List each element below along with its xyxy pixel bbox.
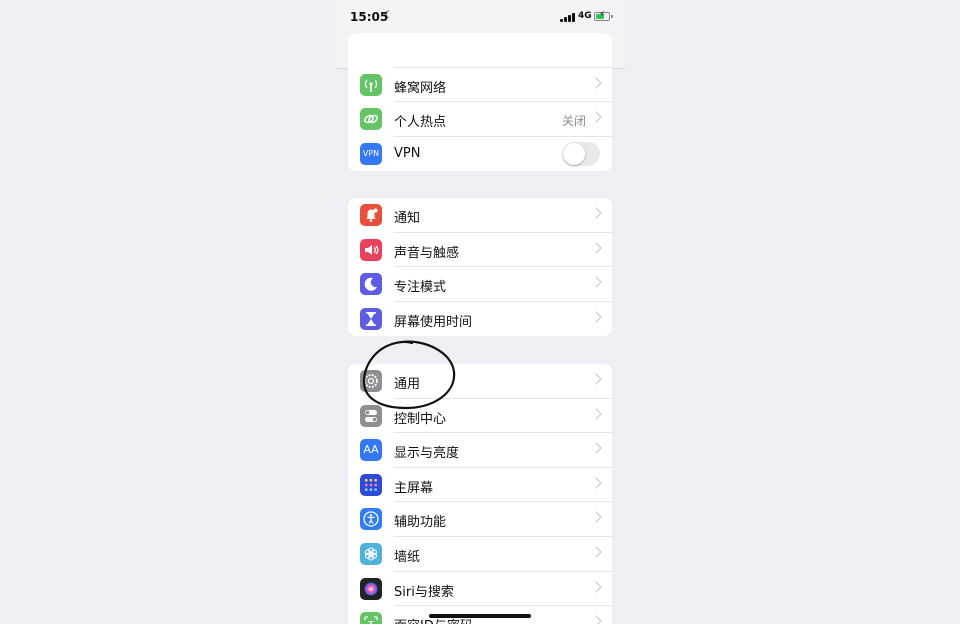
settings-row-notifications[interactable]: 通知 [348, 198, 612, 233]
battery-cap [611, 15, 613, 18]
chevron-right-icon [590, 546, 602, 558]
bell-icon [360, 204, 382, 226]
status-bar: 15:05 ☾ 4G ⚡ [336, 0, 625, 36]
settings-row-focus[interactable]: 专注模式 [348, 267, 612, 302]
hotspot-chain-icon [360, 108, 382, 131]
settings-row-wallpaper[interactable]: 墙纸 [348, 537, 612, 572]
network-type: 4G [578, 11, 592, 21]
chevron-right-icon [590, 511, 602, 524]
settings-row-screen-time[interactable]: 屏幕使用时间 [348, 302, 612, 337]
siri-icon [360, 577, 382, 600]
settings-row-label: 声音与触感 [394, 245, 460, 261]
settings-row-label: Siri与搜索 [394, 584, 454, 600]
settings-row-label: 通知 [394, 211, 421, 226]
settings-row-vpn: VPN VPN [348, 137, 612, 172]
chevron-right-icon [590, 111, 602, 123]
hourglass-icon [360, 307, 382, 330]
settings-row-display[interactable]: AA 显示与亮度 [348, 433, 612, 468]
settings-screen: 15:05 ☾ 4G ⚡ 设置 蜂窝网络 [336, 0, 625, 624]
settings-row-label: VPN [394, 145, 421, 161]
chevron-right-icon [590, 580, 602, 593]
settings-row-label: 显示与亮度 [394, 446, 460, 462]
accessibility-icon [360, 508, 382, 531]
settings-row-blank-top [348, 33, 612, 68]
chevron-right-icon [590, 407, 602, 420]
chevron-right-icon [590, 615, 602, 624]
settings-row-label: 墙纸 [394, 549, 421, 565]
vpn-toggle[interactable] [562, 141, 600, 166]
settings-row-cellular[interactable]: 蜂窝网络 [348, 68, 612, 103]
hotspot-status-value: 关闭 [561, 114, 586, 129]
settings-row-hotspot[interactable]: 个人热点 关闭 [348, 102, 612, 137]
chevron-right-icon [590, 477, 602, 489]
settings-row-siri[interactable]: Siri与搜索 [348, 572, 612, 607]
settings-row-label: 主屏幕 [394, 480, 434, 496]
settings-row-accessibility[interactable]: 辅助功能 [348, 502, 612, 537]
chevron-right-icon [590, 442, 602, 454]
text-size-icon: AA [360, 439, 382, 462]
chevron-right-icon [590, 311, 602, 323]
chevron-right-icon [590, 76, 602, 89]
flower-icon [360, 542, 382, 565]
status-time: 15:05 [350, 10, 389, 24]
home-grid-icon [360, 473, 382, 496]
moon-icon [360, 273, 382, 296]
chevron-right-icon [590, 373, 602, 385]
faceid-icon [360, 612, 382, 624]
speaker-icon [360, 238, 382, 261]
chevron-right-icon [590, 276, 602, 288]
settings-row-label: 辅助功能 [394, 515, 447, 531]
antenna-icon [360, 73, 382, 96]
vpn-icon: VPN [360, 142, 382, 165]
settings-group-notifications: 通知 声音与触感 专注模式 屏幕使用时间 [348, 198, 612, 337]
focus-moon-icon: ☾ [384, 10, 393, 21]
cellular-signal-icon [560, 13, 575, 22]
settings-row-sounds[interactable]: 声音与触感 [348, 233, 612, 268]
chevron-right-icon [590, 241, 602, 254]
battery-icon: ⚡ [594, 10, 610, 21]
settings-row-label: 控制中心 [394, 411, 447, 427]
chevron-right-icon [590, 207, 602, 219]
settings-row-label: 屏幕使用时间 [394, 314, 473, 330]
settings-row-label: 专注模式 [394, 280, 447, 296]
hand-drawn-circle-annotation [362, 340, 456, 410]
settings-row-label: 个人热点 [394, 115, 447, 131]
settings-row-home-screen[interactable]: 主屏幕 [348, 468, 612, 503]
home-indicator [429, 614, 531, 618]
settings-row-label: 蜂窝网络 [394, 80, 447, 96]
settings-group-connectivity: 蜂窝网络 个人热点 关闭 VPN VPN [348, 33, 612, 172]
